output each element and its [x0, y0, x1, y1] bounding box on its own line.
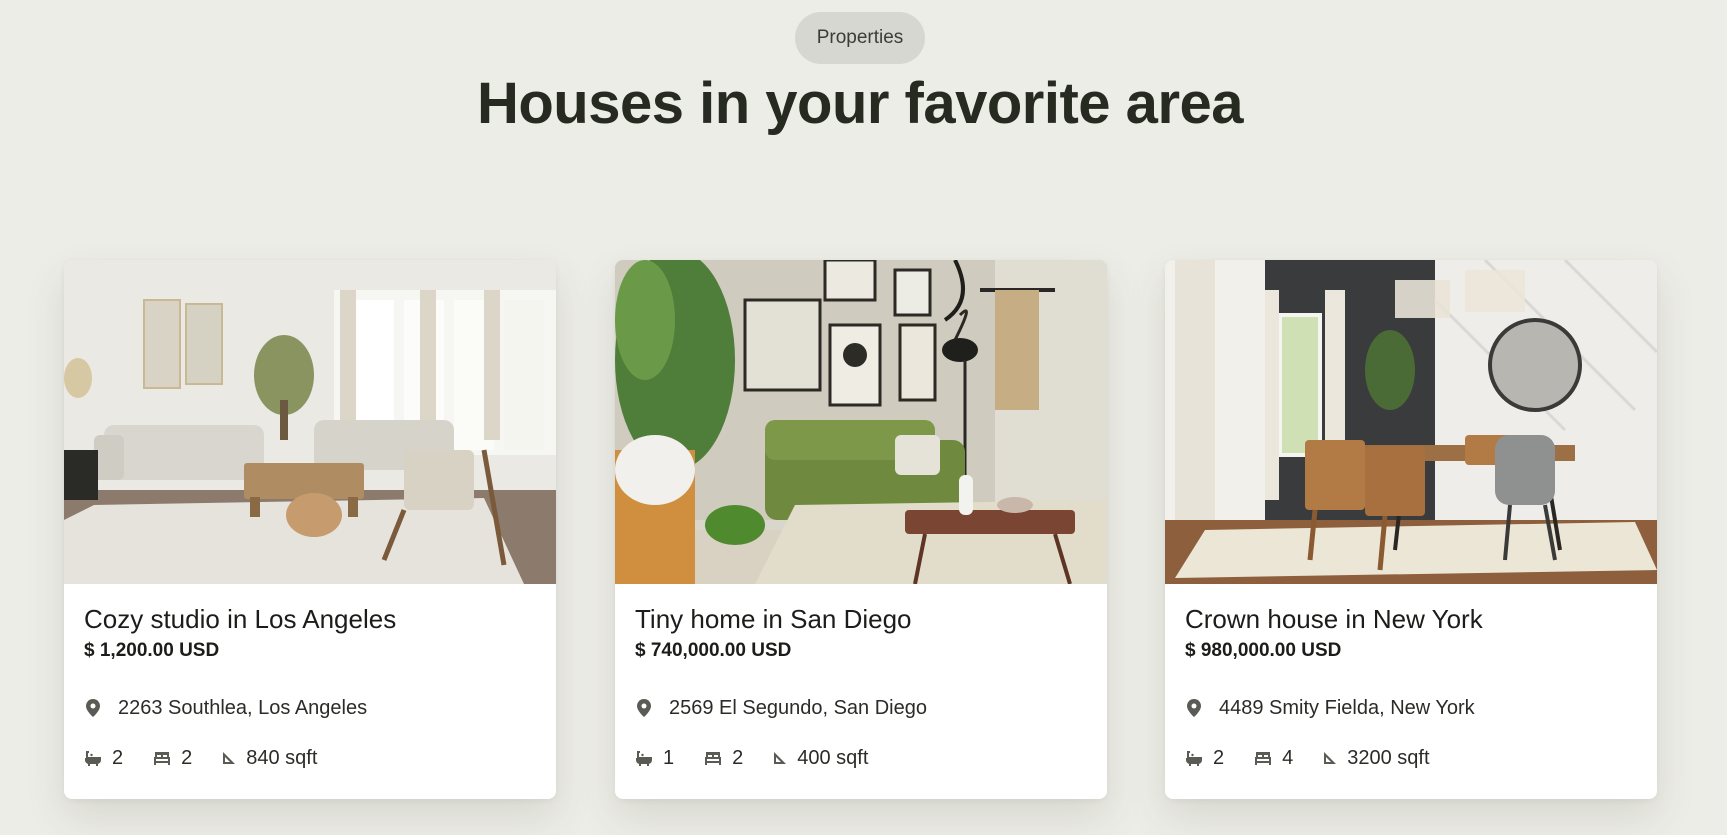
property-features: 2 4 3200 sqft: [1185, 744, 1637, 772]
living-room-photo: [64, 260, 556, 584]
bedrooms-count: 4: [1282, 746, 1294, 769]
area-value: 400 sqft: [797, 746, 869, 769]
bed-icon: [705, 752, 722, 765]
bed-icon: [1255, 752, 1272, 765]
address-text: 2263 Southlea, Los Angeles: [118, 696, 368, 719]
property-card[interactable]: Cozy studio in Los Angeles $ 1,200.00 US…: [64, 260, 556, 799]
bathtub-icon: [1186, 751, 1202, 766]
property-title[interactable]: Tiny home in San Diego: [635, 602, 1087, 636]
property-features: 1 2 400 sqft: [635, 744, 1087, 772]
bathrooms-count: 1: [663, 746, 675, 769]
bathrooms-feature: 2: [84, 747, 123, 770]
ruler-triangle-icon: [774, 752, 787, 764]
area-feature: 840 sqft: [222, 747, 317, 770]
bathrooms-feature: 1: [635, 747, 674, 770]
property-features: 2 2 840 sqft: [84, 744, 536, 772]
map-pin-icon: [637, 699, 651, 717]
address-text: 4489 Smity Fielda, New York: [1219, 696, 1475, 719]
property-address: 2263 Southlea, Los Angeles: [84, 694, 536, 722]
ruler-triangle-icon: [223, 752, 236, 764]
bedrooms-feature: 4: [1254, 747, 1293, 770]
property-card[interactable]: Tiny home in San Diego $ 740,000.00 USD …: [615, 260, 1107, 799]
property-address: 4489 Smity Fielda, New York: [1185, 694, 1637, 722]
address-text: 2569 El Segundo, San Diego: [669, 696, 927, 719]
property-title[interactable]: Crown house in New York: [1185, 602, 1637, 636]
property-title[interactable]: Cozy studio in Los Angeles: [84, 602, 536, 636]
property-address: 2569 El Segundo, San Diego: [635, 694, 1087, 722]
dining-room-photo: [1165, 260, 1657, 584]
section-badge: Properties: [795, 12, 925, 64]
bathrooms-feature: 2: [1185, 747, 1224, 770]
property-price: $ 980,000.00 USD: [1185, 640, 1342, 661]
map-pin-icon: [86, 699, 100, 717]
area-value: 3200 sqft: [1347, 746, 1430, 769]
map-pin-icon: [1187, 699, 1201, 717]
area-value: 840 sqft: [246, 746, 318, 769]
bathrooms-count: 2: [112, 746, 124, 769]
living-room-photo: [615, 260, 1107, 584]
bedrooms-count: 2: [732, 746, 744, 769]
ruler-triangle-icon: [1324, 752, 1337, 764]
bedrooms-count: 2: [181, 746, 193, 769]
bedrooms-feature: 2: [153, 747, 192, 770]
bedrooms-feature: 2: [704, 747, 743, 770]
property-price: $ 1,200.00 USD: [84, 640, 220, 661]
property-card[interactable]: Crown house in New York $ 980,000.00 USD…: [1165, 260, 1657, 799]
section-heading: Houses in your favorite area: [476, 71, 1244, 136]
area-feature: 400 sqft: [773, 747, 868, 770]
area-feature: 3200 sqft: [1323, 746, 1430, 770]
bathtub-icon: [636, 751, 652, 766]
bathrooms-count: 2: [1213, 746, 1225, 769]
property-price: $ 740,000.00 USD: [635, 640, 792, 661]
bathtub-icon: [85, 751, 101, 766]
bed-icon: [154, 752, 171, 765]
